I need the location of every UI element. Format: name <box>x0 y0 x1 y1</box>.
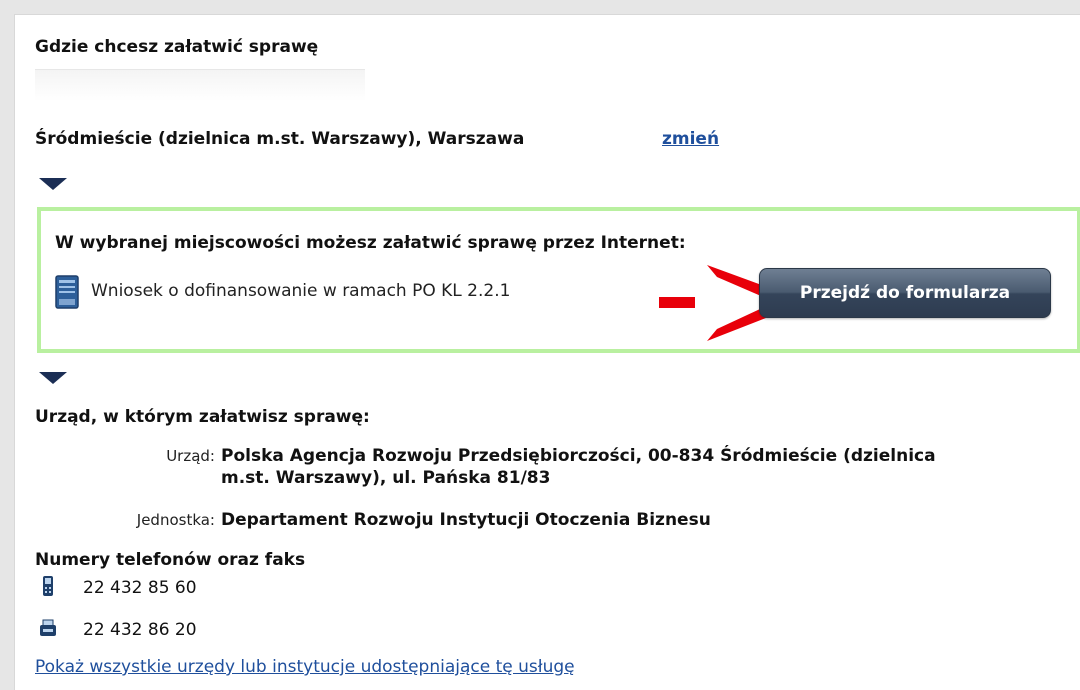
form-document-icon <box>55 275 79 309</box>
separator-bar <box>35 69 365 101</box>
office-value: Polska Agencja Rozwoju Przedsiębiorczośc… <box>221 446 936 488</box>
form-name: Wniosek o dofinansowanie w ramach PO KL … <box>91 281 511 301</box>
fax-number: 22 432 86 20 <box>83 620 197 640</box>
phone-number: 22 432 85 60 <box>83 578 197 598</box>
phone-icon <box>43 576 53 596</box>
go-to-form-button[interactable]: Przejdź do formularza <box>759 268 1051 318</box>
fax-icon <box>40 619 56 636</box>
triangle-down-icon <box>39 372 67 384</box>
online-service-title: W wybranej miejscowości możesz załatwić … <box>55 233 686 253</box>
where-title: Gdzie chcesz załatwić sprawę <box>35 37 319 57</box>
selected-location: Śródmieście (dzielnica m.st. Warszawy), … <box>35 129 525 149</box>
office-title: Urząd, w którym załatwisz sprawę: <box>35 407 370 427</box>
change-location-link[interactable]: zmień <box>662 129 719 149</box>
phones-title: Numery telefonów oraz faks <box>35 550 306 570</box>
case-location-panel: Gdzie chcesz załatwić sprawę Śródmieście… <box>14 14 1080 690</box>
online-service-box: W wybranej miejscowości możesz załatwić … <box>37 207 1080 353</box>
unit-key: Jednostka: <box>136 511 215 529</box>
show-all-offices-link[interactable]: Pokaż wszystkie urzędy lub instytucje ud… <box>35 657 575 677</box>
office-key: Urząd: <box>166 447 215 465</box>
triangle-down-icon <box>39 178 67 190</box>
unit-value: Departament Rozwoju Instytucji Otoczenia… <box>221 510 711 530</box>
